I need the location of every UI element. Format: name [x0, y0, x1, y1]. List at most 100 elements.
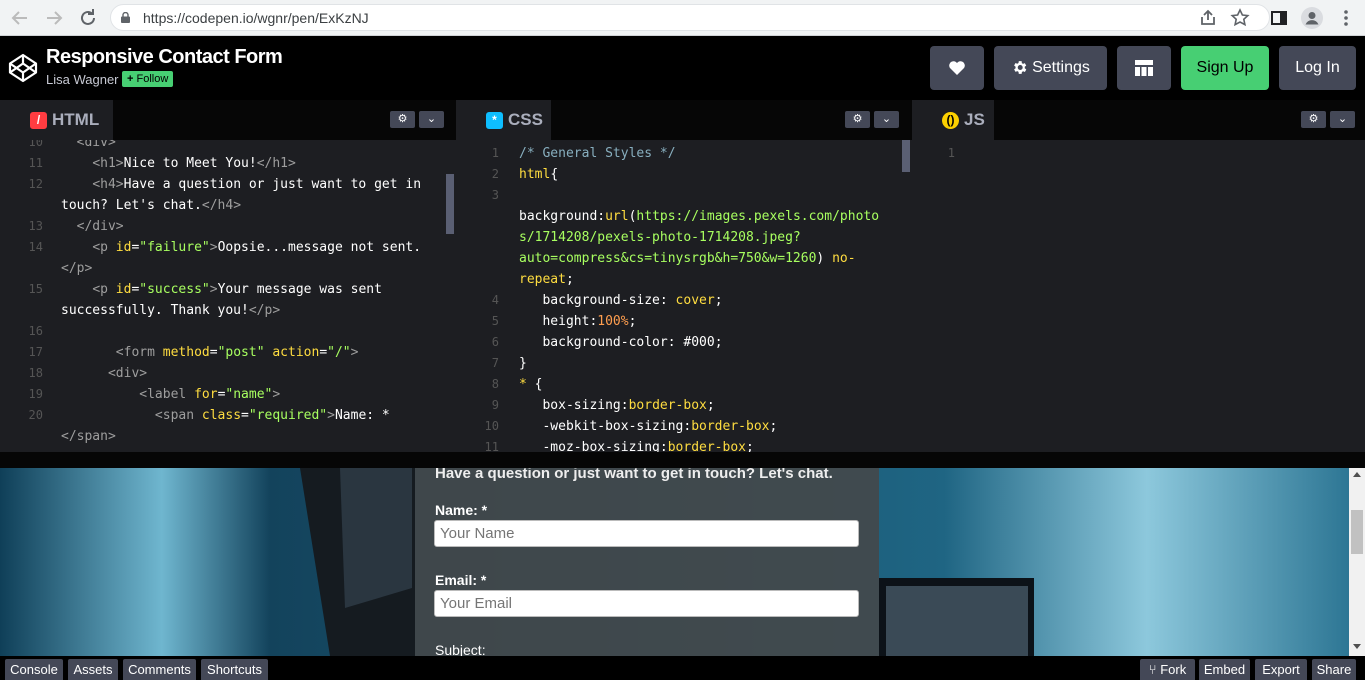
preview-scroll-thumb[interactable] — [1351, 510, 1363, 554]
share-button[interactable]: Share — [1312, 659, 1356, 680]
address-bar[interactable]: https://codepen.io/wgnr/pen/ExKzNJ — [110, 4, 1270, 31]
line-number: 10 — [484, 419, 499, 433]
code-line: repeat; — [519, 272, 574, 287]
tab-html-label: HTML — [52, 110, 100, 129]
side-panel-icon[interactable] — [1267, 6, 1291, 30]
result-preview[interactable]: Have a question or just want to get in t… — [0, 468, 1349, 656]
name-input[interactable] — [434, 520, 859, 547]
js-collapse-button[interactable]: ⌄ — [1330, 111, 1355, 128]
line-number: 1 — [947, 146, 955, 160]
scroll-up-icon[interactable] — [1353, 472, 1361, 477]
gear-icon: ⚙ — [397, 113, 408, 125]
html-code-editor[interactable]: 10 <div> 11 <h1>Nice to Meet You!</h1> 12 … — [17, 140, 456, 452]
code-line: <label for="name"> — [139, 387, 281, 402]
line-number: 11 — [28, 156, 43, 170]
line-number: 16 — [28, 324, 43, 338]
line-number: 8 — [491, 377, 499, 391]
js-settings-button[interactable]: ⚙ — [1301, 111, 1326, 128]
reload-icon[interactable] — [76, 6, 100, 30]
scroll-down-icon[interactable] — [1353, 644, 1361, 649]
line-number: 19 — [28, 387, 43, 401]
html-scrollbar[interactable] — [446, 174, 454, 234]
layout-grid-icon — [1135, 59, 1153, 76]
preview-resize-handle[interactable] — [0, 452, 1365, 468]
html-editor-pane: / HTML ⚙ ⌄ 10 <div> 11 <h1>Nice to Meet Y… — [17, 100, 456, 452]
code-line: <h4>Have a question or just want to get … — [92, 177, 422, 192]
heart-icon — [949, 60, 965, 75]
tab-js[interactable]: () JS — [929, 100, 994, 140]
line-number: 2 — [491, 167, 499, 181]
share-page-icon[interactable] — [1197, 6, 1221, 30]
line-number: 9 — [491, 398, 499, 412]
browser-toolbar: https://codepen.io/wgnr/pen/ExKzNJ — [0, 0, 1365, 36]
css-tab-bar: * CSS ⚙ ⌄ — [473, 100, 912, 140]
preview-scrollbar[interactable] — [1349, 468, 1365, 656]
line-number: 4 — [491, 293, 499, 307]
html-collapse-button[interactable]: ⌄ — [419, 111, 444, 128]
embed-button[interactable]: Embed — [1199, 659, 1250, 680]
shortcuts-button[interactable]: Shortcuts — [201, 659, 268, 680]
footer-bar: Console Assets Comments Shortcuts ⑂ Fork… — [0, 656, 1365, 680]
code-line: -webkit-box-sizing:border-box; — [542, 419, 778, 434]
codepen-logo-icon[interactable] — [8, 53, 38, 83]
log-in-button[interactable]: Log In — [1279, 46, 1356, 90]
line-number: 14 — [28, 240, 43, 254]
code-line: height:100%; — [542, 314, 637, 329]
layout-button[interactable] — [1117, 46, 1171, 90]
css-code-editor[interactable]: 1 /* General Styles */ 2 html{3 background:u… — [473, 140, 912, 452]
fork-label: Fork — [1160, 662, 1187, 677]
settings-label: Settings — [1032, 59, 1090, 76]
code-line: </div> — [76, 219, 124, 234]
code-line: <p id="success">Your message was sent — [92, 282, 382, 297]
forward-arrow-icon[interactable] — [42, 6, 66, 30]
css-collapse-button[interactable]: ⌄ — [874, 111, 899, 128]
js-parens-icon: () — [942, 112, 959, 129]
line-number: 12 — [28, 177, 43, 191]
html-settings-button[interactable]: ⚙ — [390, 111, 415, 128]
js-tab-bar: () JS ⚙ ⌄ — [929, 100, 1365, 140]
css-scrollbar[interactable] — [902, 140, 910, 172]
line-number: 11 — [484, 440, 499, 452]
code-line: </span> — [61, 429, 116, 444]
css-settings-button[interactable]: ⚙ — [845, 111, 870, 128]
profile-avatar-icon[interactable] — [1300, 6, 1324, 30]
bookmark-star-icon[interactable] — [1228, 6, 1252, 30]
settings-button[interactable]: Settings — [994, 46, 1107, 90]
html-tab-bar: / HTML ⚙ ⌄ — [17, 100, 456, 140]
url-text: https://codepen.io/wgnr/pen/ExKzNJ — [143, 10, 369, 26]
author-name[interactable]: Lisa Wagner — [46, 72, 119, 87]
code-line: background-color: #000; — [542, 335, 723, 350]
tab-css-label: CSS — [508, 110, 543, 129]
code-line: auto=compress&cs=tinysrgb&h=750&w=1260) … — [519, 251, 856, 266]
console-button[interactable]: Console — [5, 659, 63, 680]
browser-menu-icon[interactable] — [1334, 6, 1358, 30]
tab-html[interactable]: / HTML — [17, 100, 113, 140]
subject-label: Subject: — [435, 642, 486, 656]
gear-icon — [1014, 61, 1027, 75]
line-number: 6 — [491, 335, 499, 349]
js-code-editor[interactable]: 1 — [929, 140, 1365, 452]
gear-icon: ⚙ — [1308, 113, 1319, 125]
chevron-down-icon: ⌄ — [426, 113, 437, 125]
tab-css[interactable]: * CSS — [473, 100, 551, 140]
assets-button[interactable]: Assets — [68, 659, 118, 680]
follow-button[interactable]: + Follow — [122, 71, 174, 87]
html-slash-icon: / — [30, 112, 47, 129]
love-button[interactable] — [930, 46, 984, 90]
codepen-header: Responsive Contact Form Lisa Wagner + Fo… — [0, 36, 1365, 100]
export-button[interactable]: Export — [1255, 659, 1307, 680]
sign-up-button[interactable]: Sign Up — [1181, 46, 1269, 90]
css-editor-pane: * CSS ⚙ ⌄ 1 /* General Styles */ 2 html{3 ba… — [473, 100, 912, 452]
email-input[interactable] — [434, 590, 859, 617]
code-line: <p id="failure">Oopsie...message not sen… — [92, 240, 422, 255]
line-number: 20 — [28, 408, 43, 422]
code-line: } — [519, 356, 527, 371]
line-number: 7 — [491, 356, 499, 370]
back-arrow-icon[interactable] — [8, 6, 32, 30]
fork-button[interactable]: ⑂ Fork — [1140, 659, 1195, 680]
pen-title[interactable]: Responsive Contact Form — [46, 46, 283, 69]
line-number: 18 — [28, 366, 43, 380]
code-line: <div> — [76, 140, 116, 150]
comments-button[interactable]: Comments — [123, 659, 196, 680]
chevron-down-icon: ⌄ — [1337, 113, 1348, 125]
